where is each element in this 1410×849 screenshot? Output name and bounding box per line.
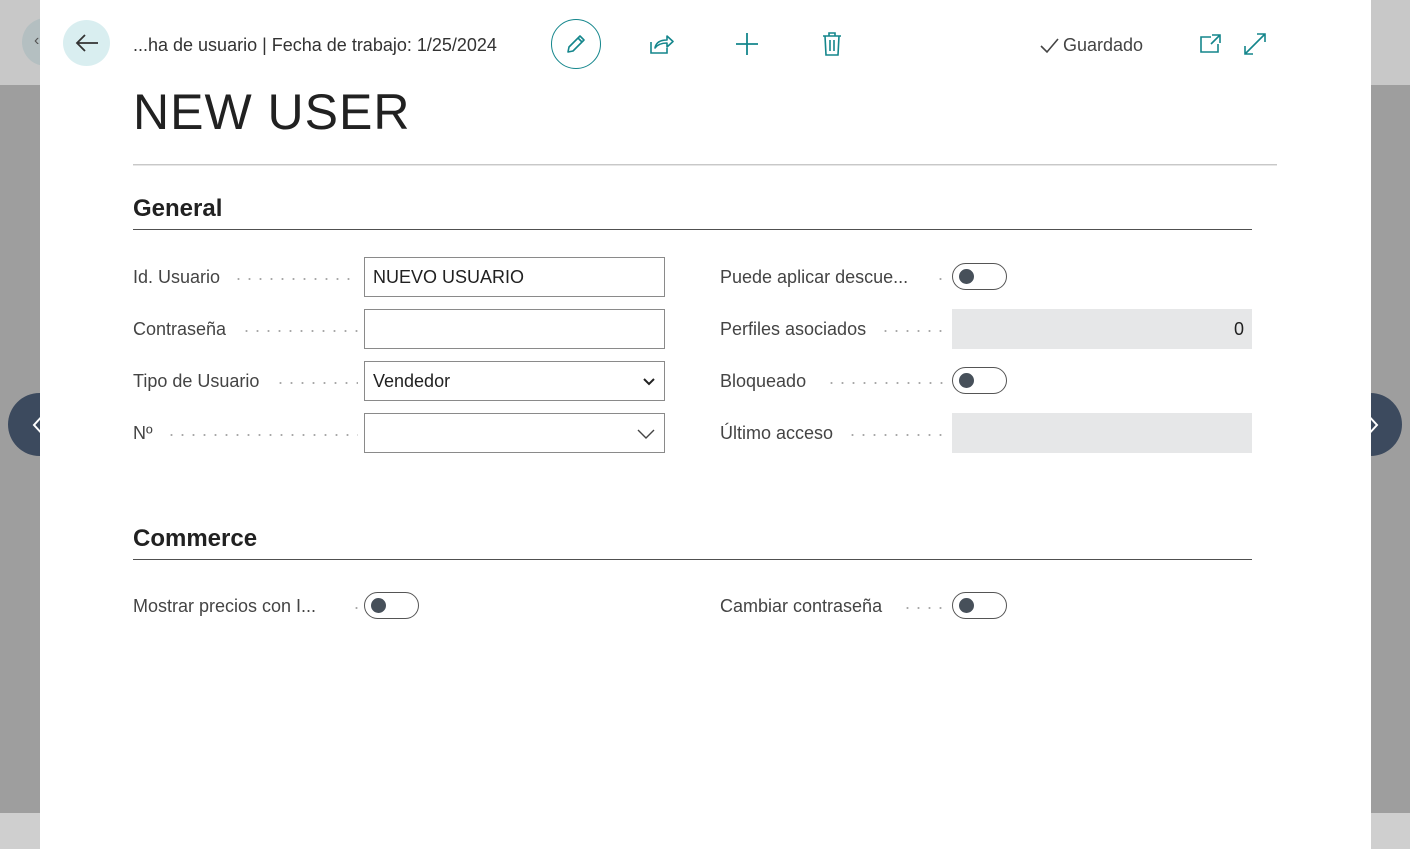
change-password-toggle[interactable] (952, 592, 1007, 619)
back-button[interactable] (63, 20, 110, 66)
field-label: Último acceso (720, 413, 840, 453)
field-user-type: Tipo de Usuario Vendedor (133, 361, 665, 401)
page-title: NEW USER (133, 84, 411, 140)
field-can-apply-discount: Puede aplicar descue... (720, 257, 1252, 297)
back-arrow-icon (75, 34, 98, 52)
number-lookup-input[interactable] (364, 413, 665, 453)
blocked-toggle[interactable] (952, 367, 1007, 394)
last-access-value (952, 413, 1252, 453)
chevron-down-icon (637, 429, 655, 439)
field-label: Cambiar contraseña (720, 586, 889, 626)
saved-status: Guardado (1039, 35, 1143, 56)
password-input[interactable] (364, 309, 665, 349)
leader-dots (826, 382, 947, 384)
field-label: Contraseña (133, 309, 233, 349)
section-title-commerce[interactable]: Commerce (133, 525, 257, 553)
popout-icon (1200, 34, 1221, 53)
leader-dots (935, 278, 947, 280)
expand-button[interactable] (1241, 30, 1269, 58)
chevron-down-icon (643, 378, 655, 386)
expand-icon (1244, 33, 1266, 55)
title-divider (133, 164, 1277, 166)
check-icon (1040, 37, 1059, 53)
pencil-icon (567, 35, 585, 53)
field-last-access: Último acceso (720, 413, 1252, 453)
section-title-general[interactable]: General (133, 195, 222, 223)
section-divider-commerce (133, 559, 1252, 560)
field-label: Puede aplicar descue... (720, 257, 915, 297)
leader-dots (166, 434, 358, 436)
field-password: Contraseña (133, 309, 665, 349)
show-prices-vat-toggle[interactable] (364, 592, 419, 619)
field-associated-profiles: Perfiles asociados 0 (720, 309, 1252, 349)
field-blocked: Bloqueado (720, 361, 1252, 401)
field-label: Perfiles asociados (720, 309, 873, 349)
field-number: Nº (133, 413, 665, 453)
toggle-knob (371, 598, 386, 613)
can-apply-discount-toggle[interactable] (952, 263, 1007, 290)
section-divider-general (133, 229, 1252, 230)
edit-button[interactable] (551, 19, 601, 69)
field-label: Tipo de Usuario (133, 361, 266, 401)
user-card-dialog: ...ha de usuario | Fecha de trabajo: 1/2… (0, 0, 1410, 849)
leader-dots (902, 607, 947, 609)
delete-button[interactable] (818, 30, 846, 58)
associated-profiles-value[interactable]: 0 (952, 309, 1252, 349)
leader-dots (880, 330, 947, 332)
field-show-prices-vat: Mostrar precios con I... (133, 586, 665, 626)
share-icon (650, 35, 674, 54)
user-type-select[interactable]: Vendedor (364, 361, 665, 401)
breadcrumb: ...ha de usuario | Fecha de trabajo: 1/2… (133, 35, 497, 55)
share-button[interactable] (647, 30, 675, 58)
leader-dots (275, 382, 358, 384)
saved-status-label: Guardado (1063, 35, 1144, 55)
new-button[interactable] (733, 30, 761, 58)
leader-dots (351, 607, 359, 609)
leader-dots (847, 434, 947, 436)
user-id-input[interactable]: NUEVO USUARIO (364, 257, 665, 297)
field-change-password: Cambiar contraseña (720, 586, 1252, 626)
field-label: Id. Usuario (133, 257, 227, 297)
field-label: Nº (133, 413, 159, 453)
plus-icon (736, 33, 758, 55)
toggle-knob (959, 598, 974, 613)
toggle-knob (959, 373, 974, 388)
leader-dots (241, 330, 358, 332)
field-user-id: Id. Usuario NUEVO USUARIO (133, 257, 665, 297)
open-new-window-button[interactable] (1196, 30, 1224, 58)
field-label: Mostrar precios con I... (133, 586, 323, 626)
user-type-value: Vendedor (373, 370, 451, 391)
field-label: Bloqueado (720, 361, 813, 401)
leader-dots (233, 278, 358, 280)
trash-icon (823, 32, 841, 56)
toggle-knob (959, 269, 974, 284)
